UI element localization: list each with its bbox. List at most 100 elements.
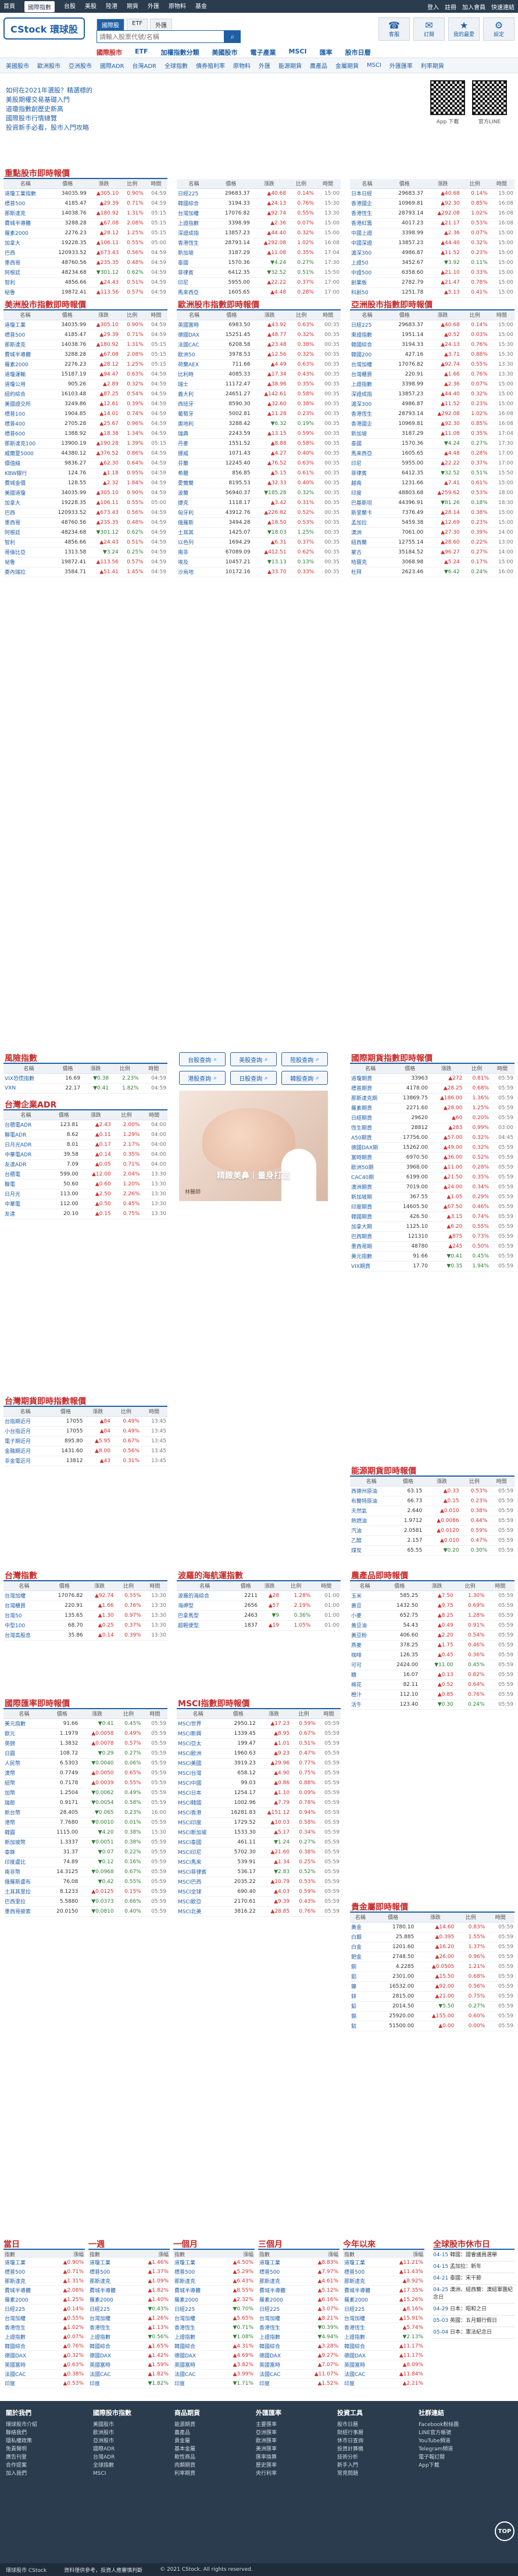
quote-name-link[interactable]: 日圓 (3, 1748, 45, 1759)
quote-name-link[interactable]: 羅素2000 (3, 228, 48, 238)
table-row[interactable]: 東證指數 1951.14 ▲0.52 0.03% 15:00 (350, 330, 515, 340)
quote-name-link[interactable]: 台灣加權 (3, 1591, 45, 1601)
quote-name-link[interactable]: 中華電ADR (3, 1149, 48, 1160)
quote-name-link[interactable]: 燕麥 (350, 1640, 380, 1650)
table-row[interactable]: 汽油 2.0581 ▲0.0120 0.59% 05:59 (350, 1525, 515, 1536)
quote-name-link[interactable]: 創業板 (350, 277, 384, 288)
table-row[interactable]: 祕魯 19872.41 ▲113.56 0.57% 04:59 (3, 557, 167, 567)
quote-name-link[interactable]: 黃豆油 (350, 1620, 380, 1631)
footer-link[interactable]: 美國股市 (93, 2421, 131, 2429)
table-row[interactable]: 那斯達克 14038.76 ▲180.92 1.31% 05:15 (3, 208, 167, 219)
table-row[interactable]: 橙汁 112.10 ▲0.85 0.76% 05:59 (350, 1689, 515, 1700)
table-row[interactable]: 哥倫比亞 1313.58 ▼3.24 0.25% 04:59 (3, 547, 167, 558)
table-row[interactable]: 英國富時 6983.50 ▲43.92 0.63% 00:35 (177, 320, 341, 330)
performance-row[interactable]: 香港恆生 ▲5.74% (343, 2323, 424, 2332)
footer-link[interactable]: 隱私權政策 (6, 2437, 37, 2445)
table-row[interactable]: MSCI北美 3816.22 ▲28.85 0.76% 05:59 (177, 1906, 341, 1917)
footer-link[interactable]: 肉類期貨 (174, 2461, 200, 2470)
quote-name-link[interactable]: 馬來西亞 (177, 287, 211, 298)
footer-link[interactable]: 主要匯率 (256, 2421, 281, 2429)
performance-index-name[interactable]: 台灣加權 (344, 2314, 365, 2322)
table-row[interactable]: 乙醇 2.157 ▲0.010 0.47% 05:59 (350, 1535, 515, 1546)
quote-name-link[interactable]: 日月光 (3, 1189, 48, 1199)
performance-row[interactable]: 道瓊工業 ▲4.50% (173, 2258, 255, 2267)
quote-name-link[interactable]: 中國上證 (350, 228, 384, 238)
performance-index-name[interactable]: 英國富時 (259, 2361, 280, 2368)
footer-link[interactable]: 台灣ADR (93, 2453, 131, 2461)
table-row[interactable]: 黃金 1780.10 ▲14.60 0.83% 05:59 (350, 1922, 515, 1932)
performance-index-name[interactable]: 日經225 (174, 2305, 195, 2313)
quote-name-link[interactable]: 孟加拉 (350, 517, 384, 528)
quote-name-link[interactable]: 上證指數 (177, 218, 211, 228)
table-row[interactable]: MSCI中國 99.03 ▲0.86 0.88% 05:59 (177, 1778, 341, 1788)
quote-name-link[interactable]: 香港恆生 (350, 409, 384, 419)
table-row[interactable]: 印度盧比 74.89 ▼0.12 0.16% 05:59 (3, 1857, 167, 1867)
performance-index-name[interactable]: 上證指數 (174, 2333, 195, 2341)
table-row[interactable]: MSCI印度 1729.52 ▲10.03 0.58% 05:59 (177, 1817, 341, 1828)
quote-name-link[interactable]: 鋁 (350, 1971, 371, 1982)
table-row[interactable]: 日月光 113.00 ▲2.50 2.26% 13:30 (3, 1189, 167, 1199)
table-row[interactable]: 墨西哥 48760.56 ▲235.35 0.48% 04:59 (3, 258, 167, 268)
table-row[interactable]: 日經225 29683.37 ▲40.68 0.14% 15:00 (177, 188, 341, 199)
table-row[interactable]: 那斯達克期 13869.75 ▲186.00 1.36% 05:59 (350, 1093, 515, 1103)
footer-link[interactable]: 亞洲匯率 (256, 2429, 281, 2437)
ad-button-4[interactable]: 港股查詢 ⌕ (179, 1071, 226, 1085)
table-row[interactable]: 香港恆生 28793.14 ▲292.08 1.02% 16:08 (177, 238, 341, 248)
quote-name-link[interactable]: 錫 (350, 2011, 371, 2021)
holiday-item[interactable]: 04-25 澳洲、紐西蘭：澳紐軍團紀念日 (433, 2285, 515, 2304)
performance-index-name[interactable]: 韓國綜合 (174, 2342, 195, 2350)
quote-name-link[interactable]: 韓圓 (3, 1827, 45, 1838)
performance-row[interactable]: 印度 ▼1.71% (173, 2379, 255, 2388)
quote-name-link[interactable]: 中華電 (3, 1199, 48, 1209)
table-row[interactable]: 巴拿馬型 2463 ▼9 0.36% 01:00 (177, 1610, 341, 1621)
table-row[interactable]: 墨西哥 48760.56 ▲235.35 0.48% 04:59 (3, 517, 167, 528)
quote-name-link[interactable]: 美國道瓊 (3, 488, 48, 498)
quote-name-link[interactable]: 銅 (350, 1962, 371, 1972)
table-row[interactable]: 台灣櫃買 220.91 ▲1.66 0.76% 13:30 (350, 369, 515, 380)
performance-row[interactable]: 德國DAX ▲0.32% (3, 2351, 85, 2360)
quote-name-link[interactable]: MSCI巴西 (177, 1877, 220, 1887)
table-row[interactable]: 中證500 6358.60 ▲21.10 0.33% 15:00 (350, 267, 515, 278)
table-row[interactable]: 菲律賓 6412.35 ▼32.52 0.51% 15:50 (350, 468, 515, 478)
footer-link[interactable]: 歐洲匯率 (256, 2437, 281, 2445)
performance-index-name[interactable]: 法國CAC (5, 2370, 26, 2378)
performance-row[interactable]: 印度 ▲0.53% (3, 2379, 85, 2388)
quote-name-link[interactable]: 玉米 (350, 1591, 380, 1601)
table-row[interactable]: 加拿大 19228.35 ▲106.11 0.55% 05:00 (3, 498, 167, 508)
quote-name-link[interactable]: 巴西期貨 (350, 1231, 391, 1242)
ad-button-1[interactable]: 台股查詢 ⌕ (179, 1052, 226, 1066)
table-row[interactable]: 鋁 2301.00 ▲15.50 0.68% 05:59 (350, 1971, 515, 1982)
performance-row[interactable]: 羅素2000 ▲2.32% (173, 2295, 255, 2305)
table-row[interactable]: 泰銖 31.37 ▼0.07 0.22% 05:59 (3, 1847, 167, 1857)
quote-name-link[interactable]: 美元指數 (350, 1251, 391, 1262)
quote-name-link[interactable]: 義大利 (177, 389, 212, 399)
table-row[interactable]: 新台幣 28.405 ▼0.065 0.23% 16:00 (3, 1807, 167, 1818)
table-row[interactable]: 燕麥 378.25 ▲1.75 0.46% 05:59 (350, 1640, 515, 1650)
sub-nav-link[interactable]: 外匯匯率 (390, 61, 413, 70)
table-row[interactable]: 新加坡期 367.55 ▲1.05 0.29% 05:59 (350, 1192, 515, 1202)
table-row[interactable]: 愛爾蘭 8195.53 ▲32.33 0.40% 00:35 (177, 478, 341, 488)
performance-index-name[interactable]: 羅素2000 (90, 2296, 113, 2303)
quote-name-link[interactable]: 滬深300 (350, 399, 384, 409)
table-row[interactable]: 台灣加權 17076.82 ▲92.74 0.55% 13:30 (3, 1591, 167, 1601)
sub-nav-link[interactable]: 國際ADR (100, 61, 124, 70)
performance-row[interactable]: 韓國綜合 ▲1.65% (88, 2342, 170, 2351)
table-row[interactable]: 標普400 2705.28 ▲25.67 0.96% 04:59 (3, 419, 167, 429)
table-row[interactable]: 瑞典 2243.59 ▲13.15 0.59% 00:35 (177, 428, 341, 439)
quote-name-link[interactable]: 日經225 (350, 320, 384, 330)
quote-name-link[interactable]: 荷蘭AEX (177, 359, 212, 370)
quote-name-link[interactable]: 馬來西亞 (350, 448, 384, 459)
table-row[interactable]: MSCI台灣 658.12 ▲4.90 0.75% 05:59 (177, 1768, 341, 1778)
table-row[interactable]: 滬深300 4986.87 ▲11.52 0.23% 15:00 (350, 399, 515, 409)
performance-row[interactable]: 那斯達克 ▲6.43% (173, 2277, 255, 2286)
quote-name-link[interactable]: 韓國200 (350, 349, 384, 360)
table-row[interactable]: 中國上證 3398.99 ▲2.36 0.07% 15:00 (350, 228, 515, 238)
quote-name-link[interactable]: MSCI韓國 (177, 1798, 220, 1808)
quote-name-link[interactable]: MSCI美國 (177, 1758, 220, 1768)
performance-index-name[interactable]: 羅素2000 (5, 2296, 28, 2303)
table-row[interactable]: 布蘭特原油 66.73 ▲0.15 0.23% 05:59 (350, 1496, 515, 1506)
performance-index-name[interactable]: 費城半導體 (259, 2286, 285, 2294)
table-row[interactable]: 費城半導體 3288.28 ▲67.08 2.08% 05:15 (3, 349, 167, 360)
quote-name-link[interactable]: 港幣 (3, 1817, 45, 1828)
table-row[interactable]: 鉛 2014.50 ▼5.50 0.27% 05:59 (350, 2001, 515, 2012)
